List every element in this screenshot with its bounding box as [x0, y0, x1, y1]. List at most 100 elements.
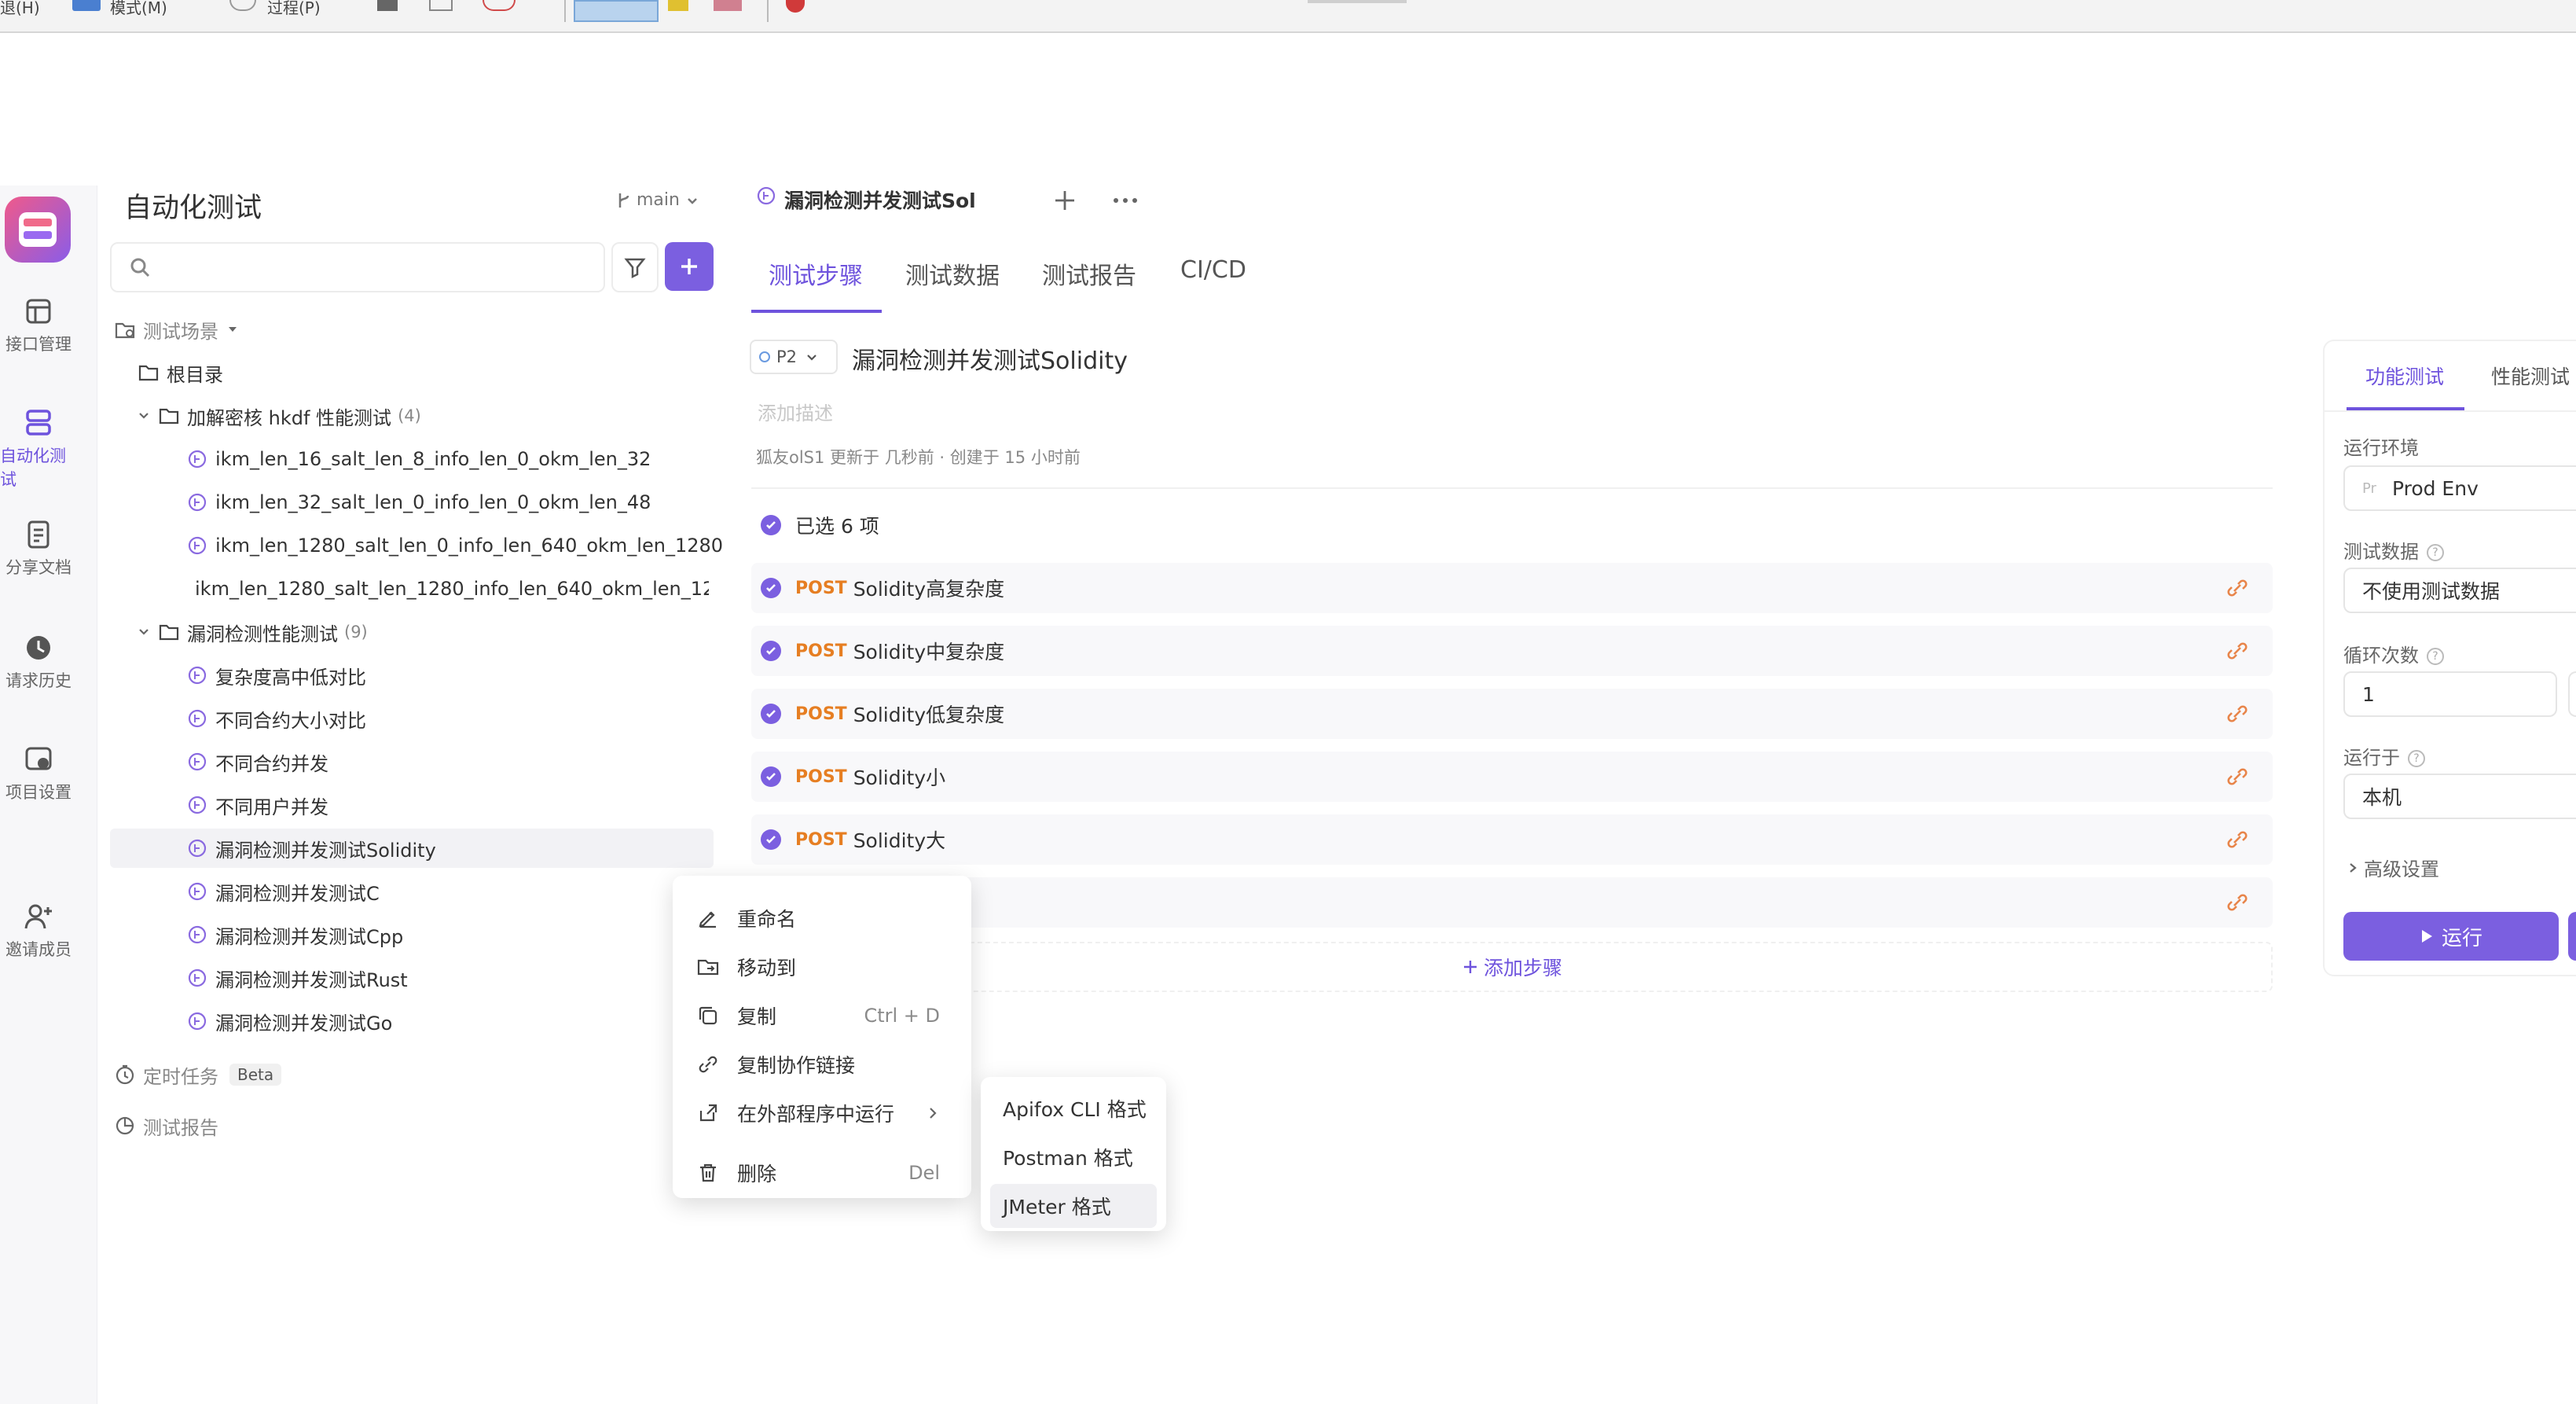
- menu-item-rename[interactable]: 重命名: [696, 902, 963, 934]
- rail-item-label: 邀请成员: [6, 940, 72, 959]
- tree-item-scenario[interactable]: 漏洞检测并发测试Go: [187, 1002, 392, 1041]
- toolbar-menu-1[interactable]: 退(H): [0, 0, 40, 17]
- link-icon[interactable]: [2226, 828, 2249, 851]
- scenario-title[interactable]: 漏洞检测并发测试Solidity: [852, 341, 1128, 376]
- nav-rail: 接口管理 自动化测试 分享文档 请求历史 项目设置 邀请成员: [0, 186, 97, 1404]
- step-row[interactable]: POST Solidity大: [751, 814, 2273, 865]
- tree-section-scheduled[interactable]: 定时任务 Beta: [115, 1055, 282, 1094]
- env-select[interactable]: Pr Prod Env: [2343, 465, 2576, 511]
- tree-item-scenario[interactable]: 漏洞检测并发测试Rust: [187, 958, 408, 998]
- method-badge: POST: [795, 766, 847, 787]
- more-icon[interactable]: [1111, 189, 1139, 212]
- add-button[interactable]: [665, 242, 714, 291]
- menu-item-copy[interactable]: 复制 Ctrl + D: [696, 1000, 963, 1031]
- step-row[interactable]: [751, 877, 2273, 928]
- step-name: Solidity高复杂度: [853, 578, 1005, 601]
- tab-performance[interactable]: 性能测试: [2491, 362, 2570, 390]
- run-button[interactable]: 运行: [2343, 912, 2559, 961]
- select-all-row[interactable]: 已选 6 项: [751, 502, 879, 549]
- filter-button[interactable]: [611, 242, 659, 292]
- tree-item-scenario[interactable]: 不同合约并发: [187, 742, 328, 781]
- tree-item-scenario[interactable]: 复杂度高中低对比: [187, 656, 366, 695]
- tree-item-scenario[interactable]: 不同用户并发: [187, 785, 328, 825]
- add-step-button[interactable]: 添加步骤: [751, 942, 2273, 992]
- submenu-item-apifox-cli[interactable]: Apifox CLI 格式: [990, 1086, 1157, 1130]
- tree-item-scenario[interactable]: 不同合约大小对比: [187, 699, 366, 738]
- copy-icon[interactable]: [429, 0, 453, 11]
- link-icon[interactable]: [2226, 702, 2249, 726]
- tree-item-scenario[interactable]: 漏洞检测并发测试C: [187, 872, 380, 911]
- checkbox-checked-icon[interactable]: [761, 829, 781, 850]
- tab-cicd[interactable]: CI/CD: [1180, 256, 1246, 284]
- delay-input[interactable]: [2568, 671, 2576, 717]
- tree-section-reports[interactable]: 测试报告: [115, 1106, 218, 1145]
- new-tab-icon[interactable]: [1051, 187, 1078, 214]
- rail-item-settings[interactable]: 项目设置: [0, 744, 77, 803]
- rail-item-automation[interactable]: 自动化测试: [0, 407, 77, 491]
- submenu-item-jmeter[interactable]: JMeter 格式: [990, 1184, 1157, 1228]
- pin-icon[interactable]: [786, 0, 805, 13]
- highlighter-icon[interactable]: [668, 0, 688, 11]
- checkbox-checked-icon[interactable]: [761, 578, 781, 598]
- rail-item-share[interactable]: 分享文档: [0, 519, 77, 579]
- chevron-down-icon: [688, 197, 697, 204]
- checkbox-checked-icon[interactable]: [761, 515, 781, 535]
- tree-section-scenes[interactable]: 测试场景: [115, 310, 240, 349]
- rail-item-api[interactable]: 接口管理: [0, 296, 77, 355]
- checkbox-checked-icon[interactable]: [761, 641, 781, 661]
- tree-folder-vuln[interactable]: 漏洞检测性能测试 (9): [135, 612, 368, 652]
- toolbar-menu-2[interactable]: 模式(M): [110, 0, 167, 17]
- link-icon[interactable]: [2226, 639, 2249, 663]
- tree-item-scenario[interactable]: ikm_len_32_salt_len_0_info_len_0_okm_len…: [187, 483, 651, 522]
- play-icon: [2421, 930, 2432, 943]
- loop-count-input[interactable]: 1: [2343, 671, 2557, 717]
- tab-data[interactable]: 测试数据: [905, 256, 1000, 291]
- pen-tool-button[interactable]: [574, 0, 659, 22]
- step-row[interactable]: POST Solidity低复杂度: [751, 689, 2273, 739]
- folder-icon: [159, 624, 179, 641]
- tree-item-scenario[interactable]: ikm_len_16_salt_len_8_info_len_0_okm_len…: [187, 439, 651, 479]
- tab-steps[interactable]: 测试步骤: [769, 256, 863, 291]
- home-icon[interactable]: [377, 0, 398, 11]
- tree-item-scenario[interactable]: ikm_len_1280_salt_len_0_info_len_640_okm…: [187, 526, 723, 565]
- step-name: Solidity中复杂度: [853, 641, 1005, 663]
- tree-folder-hkdf[interactable]: 加解密核 hkdf 性能测试 (4): [135, 396, 421, 436]
- tree-item-scenario-selected[interactable]: 漏洞检测并发测试Solidity: [187, 829, 436, 868]
- step-row[interactable]: POST Solidity小: [751, 752, 2273, 802]
- step-name: Solidity大: [853, 829, 946, 852]
- description-input[interactable]: 添加描述: [758, 398, 833, 425]
- link-icon[interactable]: [2226, 576, 2249, 600]
- runon-select[interactable]: 本机: [2343, 774, 2576, 819]
- search-input[interactable]: [110, 242, 605, 292]
- link-icon[interactable]: [2226, 765, 2249, 788]
- checkbox-checked-icon[interactable]: [761, 766, 781, 787]
- tab-functional[interactable]: 功能测试: [2365, 362, 2444, 390]
- tab-reports[interactable]: 测试报告: [1042, 256, 1136, 291]
- tree-item-scenario[interactable]: ikm_len_1280_salt_len_1280_info_len_640_…: [187, 569, 709, 608]
- rail-item-history[interactable]: 请求历史: [0, 632, 77, 692]
- menu-item-run-external[interactable]: 在外部程序中运行: [696, 1097, 963, 1129]
- submenu-item-postman[interactable]: Postman 格式: [990, 1135, 1157, 1179]
- step-row[interactable]: POST Solidity中复杂度: [751, 626, 2273, 676]
- tree-root-folder[interactable]: 根目录: [138, 353, 223, 392]
- eraser-icon[interactable]: [483, 0, 516, 11]
- open-tab[interactable]: 漏洞检测并发测试Sol: [740, 168, 1031, 222]
- link-icon[interactable]: [2226, 891, 2249, 914]
- menu-item-copy-link[interactable]: 复制协作链接: [696, 1049, 963, 1080]
- toolbar-menu-3[interactable]: 过程(P): [267, 0, 321, 17]
- menu-item-move[interactable]: 移动到: [696, 951, 963, 983]
- menu-item-delete[interactable]: 删除 Del: [696, 1157, 963, 1189]
- folder-icon: [159, 408, 179, 425]
- run-dropdown-button[interactable]: [2568, 912, 2576, 961]
- rail-item-invite[interactable]: 邀请成员: [0, 901, 77, 961]
- data-select[interactable]: 不使用测试数据: [2343, 568, 2576, 613]
- priority-select[interactable]: P2: [750, 340, 838, 374]
- automation-icon: [26, 410, 51, 436]
- branch-selector[interactable]: main: [616, 190, 700, 210]
- step-row[interactable]: POST Solidity高复杂度: [751, 563, 2273, 613]
- step-name: Solidity小: [853, 766, 946, 789]
- tree-item-scenario[interactable]: 漏洞检测并发测试Cpp: [187, 915, 403, 954]
- checkbox-checked-icon[interactable]: [761, 704, 781, 724]
- advanced-settings-toggle[interactable]: 高级设置: [2347, 854, 2439, 881]
- eraser-pink-icon[interactable]: [714, 0, 742, 11]
